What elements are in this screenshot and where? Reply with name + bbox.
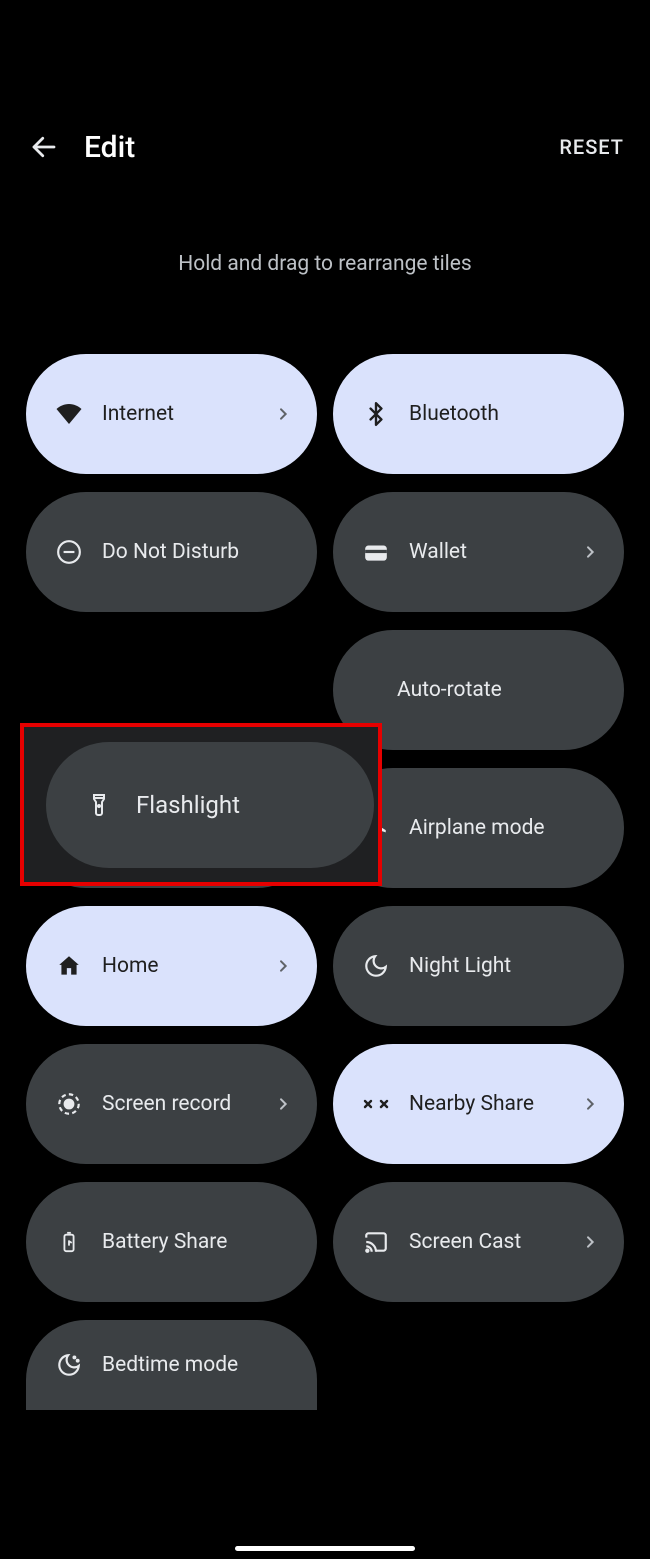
tile-bluetooth[interactable]: Bluetooth (333, 354, 624, 474)
tile-label: Home (102, 954, 273, 978)
home-indicator[interactable] (235, 1546, 415, 1551)
cast-icon (361, 1227, 391, 1257)
tile-label: Internet (102, 402, 273, 426)
tile-do-not-disturb[interactable]: Do Not Disturb (26, 492, 317, 612)
tile-nearby-share[interactable]: Nearby Share (333, 1044, 624, 1164)
wifi-icon (54, 399, 84, 429)
tile-battery-share[interactable]: Battery Share (26, 1182, 317, 1302)
chevron-right-icon (273, 956, 293, 976)
tile-internet[interactable]: Internet (26, 354, 317, 474)
back-button[interactable] (26, 129, 62, 165)
arrow-left-icon (29, 132, 59, 162)
tile-label: Flashlight (136, 791, 240, 819)
tile-bedtime-mode[interactable]: Bedtime mode (26, 1320, 317, 1410)
tile-wallet[interactable]: Wallet (333, 492, 624, 612)
tile-label: Wallet (409, 540, 580, 564)
tile-flashlight[interactable]: Flashlight (46, 742, 374, 868)
tile-screen-cast[interactable]: Screen Cast (333, 1182, 624, 1302)
page-title: Edit (84, 130, 559, 165)
tile-flashlight-dragging[interactable]: Flashlight (20, 723, 382, 886)
chevron-right-icon (580, 542, 600, 562)
battery-share-icon (54, 1227, 84, 1257)
tile-label: Bluetooth (409, 402, 600, 426)
header: Edit RESET (0, 115, 650, 179)
tile-label: Screen record (102, 1092, 273, 1116)
instruction-text: Hold and drag to rearrange tiles (0, 252, 650, 276)
flashlight-icon (84, 790, 114, 820)
tile-home[interactable]: Home (26, 906, 317, 1026)
tile-label: Battery Share (102, 1230, 293, 1254)
reset-button[interactable]: RESET (559, 135, 624, 159)
nearby-share-icon (361, 1089, 391, 1119)
chevron-right-icon (580, 1094, 600, 1114)
moon-icon (361, 951, 391, 981)
chevron-right-icon (580, 1232, 600, 1252)
tile-screen-record[interactable]: Screen record (26, 1044, 317, 1164)
tile-label: Night Light (409, 954, 600, 978)
tile-label: Auto-rotate (397, 678, 600, 702)
bluetooth-icon (361, 399, 391, 429)
wallet-icon (361, 537, 391, 567)
tile-label: Bedtime mode (102, 1353, 293, 1377)
chevron-right-icon (273, 404, 293, 424)
tile-night-light[interactable]: Night Light (333, 906, 624, 1026)
bedtime-icon (54, 1350, 84, 1380)
tile-label: Nearby Share (409, 1092, 580, 1116)
home-icon (54, 951, 84, 981)
record-icon (54, 1089, 84, 1119)
tile-label: Screen Cast (409, 1230, 580, 1254)
dnd-icon (54, 537, 84, 567)
tile-label: Airplane mode (409, 816, 600, 840)
chevron-right-icon (273, 1094, 293, 1114)
tile-label: Do Not Disturb (102, 540, 293, 564)
